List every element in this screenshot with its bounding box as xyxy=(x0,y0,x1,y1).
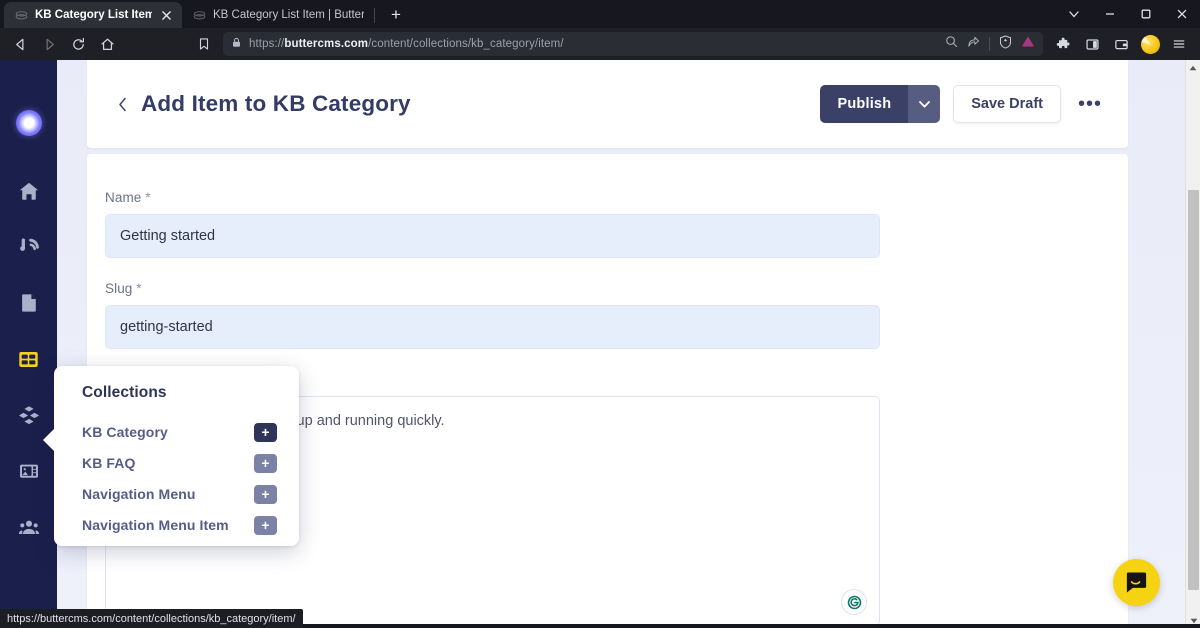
field-label: Name * xyxy=(105,190,151,205)
menu-hamburger-icon[interactable] xyxy=(1166,31,1192,57)
tab-title: KB Category List Item | ButterCMS xyxy=(213,9,364,21)
wallet-icon[interactable] xyxy=(1108,31,1134,57)
buttercms-favicon xyxy=(193,9,206,22)
add-item-button[interactable]: + xyxy=(254,422,277,442)
field-name: Name * Getting started xyxy=(105,190,880,258)
lock-icon xyxy=(231,35,242,53)
publish-button-group: Publish xyxy=(820,85,941,123)
home-icon[interactable] xyxy=(93,31,121,57)
save-draft-button[interactable]: Save Draft xyxy=(953,85,1061,123)
add-item-button[interactable]: + xyxy=(254,515,277,535)
flyout-item-label: KB FAQ xyxy=(82,455,136,471)
sidebar-item-team[interactable] xyxy=(9,514,49,540)
header-actions: Publish Save Draft ••• xyxy=(820,85,1106,123)
browser-extensions-toolbar xyxy=(1050,31,1194,57)
team-people-icon xyxy=(18,520,39,534)
minimize-icon[interactable] xyxy=(1092,0,1128,28)
tab-divider xyxy=(374,8,375,23)
share-icon[interactable] xyxy=(967,35,980,53)
extensions-puzzle-icon[interactable] xyxy=(1050,31,1076,57)
sidebar-item-pages[interactable] xyxy=(9,290,49,316)
name-input[interactable]: Getting started xyxy=(105,214,880,258)
maximize-icon[interactable] xyxy=(1128,0,1164,28)
chat-widget-button[interactable] xyxy=(1113,559,1160,606)
buttercms-logo[interactable] xyxy=(15,110,42,136)
page-viewport: Add Item to KB Category Publish Save Dra… xyxy=(0,60,1200,628)
app-sidebar xyxy=(0,60,57,628)
scrollbar-thumb[interactable] xyxy=(1188,190,1199,590)
back-arrow-icon[interactable] xyxy=(6,31,34,57)
browser-window: KB Category List Item | ButterCMS KB Cat… xyxy=(0,0,1200,628)
close-window-icon[interactable] xyxy=(1164,0,1200,28)
flyout-list: KB Category + KB FAQ + Navigation Menu +… xyxy=(82,417,277,540)
new-tab-button[interactable]: + xyxy=(383,2,409,28)
field-label: Slug * xyxy=(105,281,142,296)
flyout-title: Collections xyxy=(82,384,167,401)
search-icon[interactable] xyxy=(945,35,958,53)
list-item[interactable]: KB FAQ + xyxy=(82,448,277,478)
browser-toolbar: https://buttercms.com/content/collection… xyxy=(0,28,1200,60)
forward-arrow-icon[interactable] xyxy=(35,31,63,57)
field-slug: Slug * getting-started xyxy=(105,281,880,349)
flyout-item-label: Navigation Menu Item xyxy=(82,517,229,533)
more-options-button[interactable]: ••• xyxy=(1074,94,1106,114)
sidebar-item-blog[interactable] xyxy=(9,234,49,260)
browser-tab-active[interactable]: KB Category List Item | ButterCMS xyxy=(4,2,182,28)
flyout-item-label: KB Category xyxy=(82,424,168,440)
warning-triangle-icon[interactable] xyxy=(1021,35,1035,53)
divider xyxy=(989,37,990,51)
sidebar-panel-icon[interactable] xyxy=(1079,31,1105,57)
chevron-left-icon[interactable] xyxy=(109,91,135,117)
page-scrollbar[interactable] xyxy=(1185,60,1200,628)
tab-title: KB Category List Item | ButterCMS xyxy=(35,9,152,21)
flyout-item-label: Navigation Menu xyxy=(82,486,196,502)
bookmark-icon[interactable] xyxy=(190,31,218,57)
sidebar-item-media[interactable] xyxy=(9,458,49,484)
chevron-down-icon[interactable] xyxy=(908,85,941,123)
list-item[interactable]: Navigation Menu Item + xyxy=(82,510,277,540)
profile-avatar[interactable] xyxy=(1137,31,1163,57)
home-icon xyxy=(19,182,38,200)
sidebar-nav xyxy=(0,178,57,540)
grammarly-icon[interactable] xyxy=(841,589,867,615)
publish-button[interactable]: Publish xyxy=(820,85,909,123)
collections-grid-icon xyxy=(19,351,38,367)
page-document-icon xyxy=(21,294,36,312)
tab-search-chevron-down-icon[interactable] xyxy=(1056,0,1092,28)
add-item-button[interactable]: + xyxy=(254,453,277,473)
tab-strip: KB Category List Item | ButterCMS KB Cat… xyxy=(0,0,1200,28)
status-bar-url: https://buttercms.com/content/collection… xyxy=(0,609,303,628)
reload-icon[interactable] xyxy=(64,31,92,57)
list-item[interactable]: KB Category + xyxy=(82,417,277,447)
add-item-button[interactable]: + xyxy=(254,484,277,504)
slug-input[interactable]: getting-started xyxy=(105,305,880,349)
blog-rss-icon xyxy=(19,238,39,251)
sidebar-item-home[interactable] xyxy=(9,178,49,204)
window-controls xyxy=(1056,0,1200,28)
scroll-up-arrow-icon[interactable] xyxy=(1186,60,1200,75)
sidebar-item-collections[interactable] xyxy=(9,346,49,372)
collections-flyout: Collections KB Category + KB FAQ + Navig… xyxy=(43,366,299,546)
url-text: https://buttercms.com/content/collection… xyxy=(249,38,564,50)
sidebar-item-components[interactable] xyxy=(9,402,49,428)
address-bar[interactable]: https://buttercms.com/content/collection… xyxy=(223,32,1043,56)
buttercms-favicon xyxy=(15,9,28,22)
page-header-card: Add Item to KB Category Publish Save Dra… xyxy=(87,60,1128,148)
list-item[interactable]: Navigation Menu + xyxy=(82,479,277,509)
brave-shield-icon[interactable] xyxy=(999,34,1012,54)
omnibox-actions xyxy=(945,34,1035,54)
close-icon[interactable] xyxy=(159,8,174,23)
components-blocks-icon xyxy=(18,406,39,425)
page-title: Add Item to KB Category xyxy=(141,91,411,116)
browser-tab-2[interactable]: KB Category List Item | ButterCMS xyxy=(182,2,372,28)
media-image-icon xyxy=(19,464,38,478)
intercom-chat-icon xyxy=(1126,572,1147,593)
